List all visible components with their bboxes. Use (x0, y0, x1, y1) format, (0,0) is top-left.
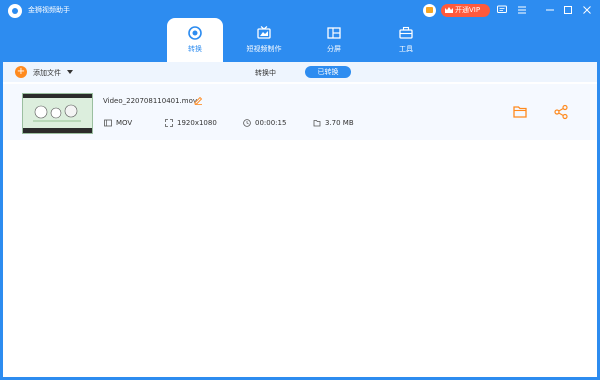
tab-split-screen[interactable]: 分屏 (306, 18, 362, 62)
tab-label: 转换 (188, 45, 202, 53)
tab-converted[interactable]: 已转换 (305, 66, 351, 78)
app-title: 金狮视频助手 (28, 6, 70, 14)
clock-icon (243, 119, 251, 127)
tab-label: 工具 (399, 45, 413, 53)
close-icon[interactable] (581, 4, 593, 16)
thumbnail-scene (33, 104, 81, 122)
tab-converting[interactable]: 转换中 (255, 68, 276, 78)
title-bar: 金狮视频助手 开通VIP (0, 0, 600, 20)
minimize-icon[interactable] (544, 4, 556, 16)
chat-icon[interactable] (496, 4, 508, 16)
video-thumbnail[interactable] (22, 93, 93, 134)
split-screen-icon (327, 27, 341, 39)
thumbnail-letterbox-bottom (23, 128, 92, 133)
vip-button[interactable]: 开通VIP (441, 4, 490, 17)
maximize-icon[interactable] (562, 4, 574, 16)
file-name: Video_220708110401.mov (103, 97, 198, 105)
file-size-icon (313, 120, 321, 127)
folder-icon[interactable] (512, 104, 528, 120)
file-row[interactable]: Video_220708110401.mov MOV 1920x1080 00:… (3, 84, 597, 140)
main-nav: 转换 短视频制作 分屏 工具 (0, 18, 600, 62)
file-toolbar: + 添加文件 转换中 已转换 (3, 62, 597, 82)
toolbox-icon (399, 26, 413, 39)
add-file-button[interactable]: + (15, 66, 27, 78)
gift-icon[interactable] (423, 4, 436, 17)
tab-tools[interactable]: 工具 (378, 18, 434, 62)
main-content: + 添加文件 转换中 已转换 Video_220708110401.mov MO… (3, 62, 597, 377)
file-size: 3.70 MB (325, 119, 354, 127)
tab-label: 短视频制作 (246, 45, 282, 53)
share-icon[interactable] (553, 104, 569, 120)
app-logo-icon (8, 4, 22, 18)
convert-icon (188, 26, 202, 40)
tab-label: 分屏 (327, 45, 341, 53)
vip-label: 开通VIP (455, 6, 481, 14)
film-icon (104, 119, 112, 127)
menu-icon[interactable] (516, 4, 528, 16)
app-window: 金狮视频助手 开通VIP 转换 短视频制作 分屏 工具 + 添加文件 转换中 已… (0, 0, 600, 380)
short-video-icon (257, 26, 271, 39)
chevron-down-icon[interactable] (67, 70, 73, 74)
resolution-icon (165, 119, 173, 127)
crown-icon (445, 7, 453, 13)
edit-icon[interactable] (194, 96, 203, 105)
tab-short-video[interactable]: 短视频制作 (236, 18, 292, 62)
file-duration: 00:00:15 (255, 119, 287, 127)
file-format: MOV (116, 119, 133, 127)
add-file-label[interactable]: 添加文件 (33, 68, 61, 78)
tab-convert[interactable]: 转换 (167, 18, 223, 62)
file-resolution: 1920x1080 (177, 119, 217, 127)
